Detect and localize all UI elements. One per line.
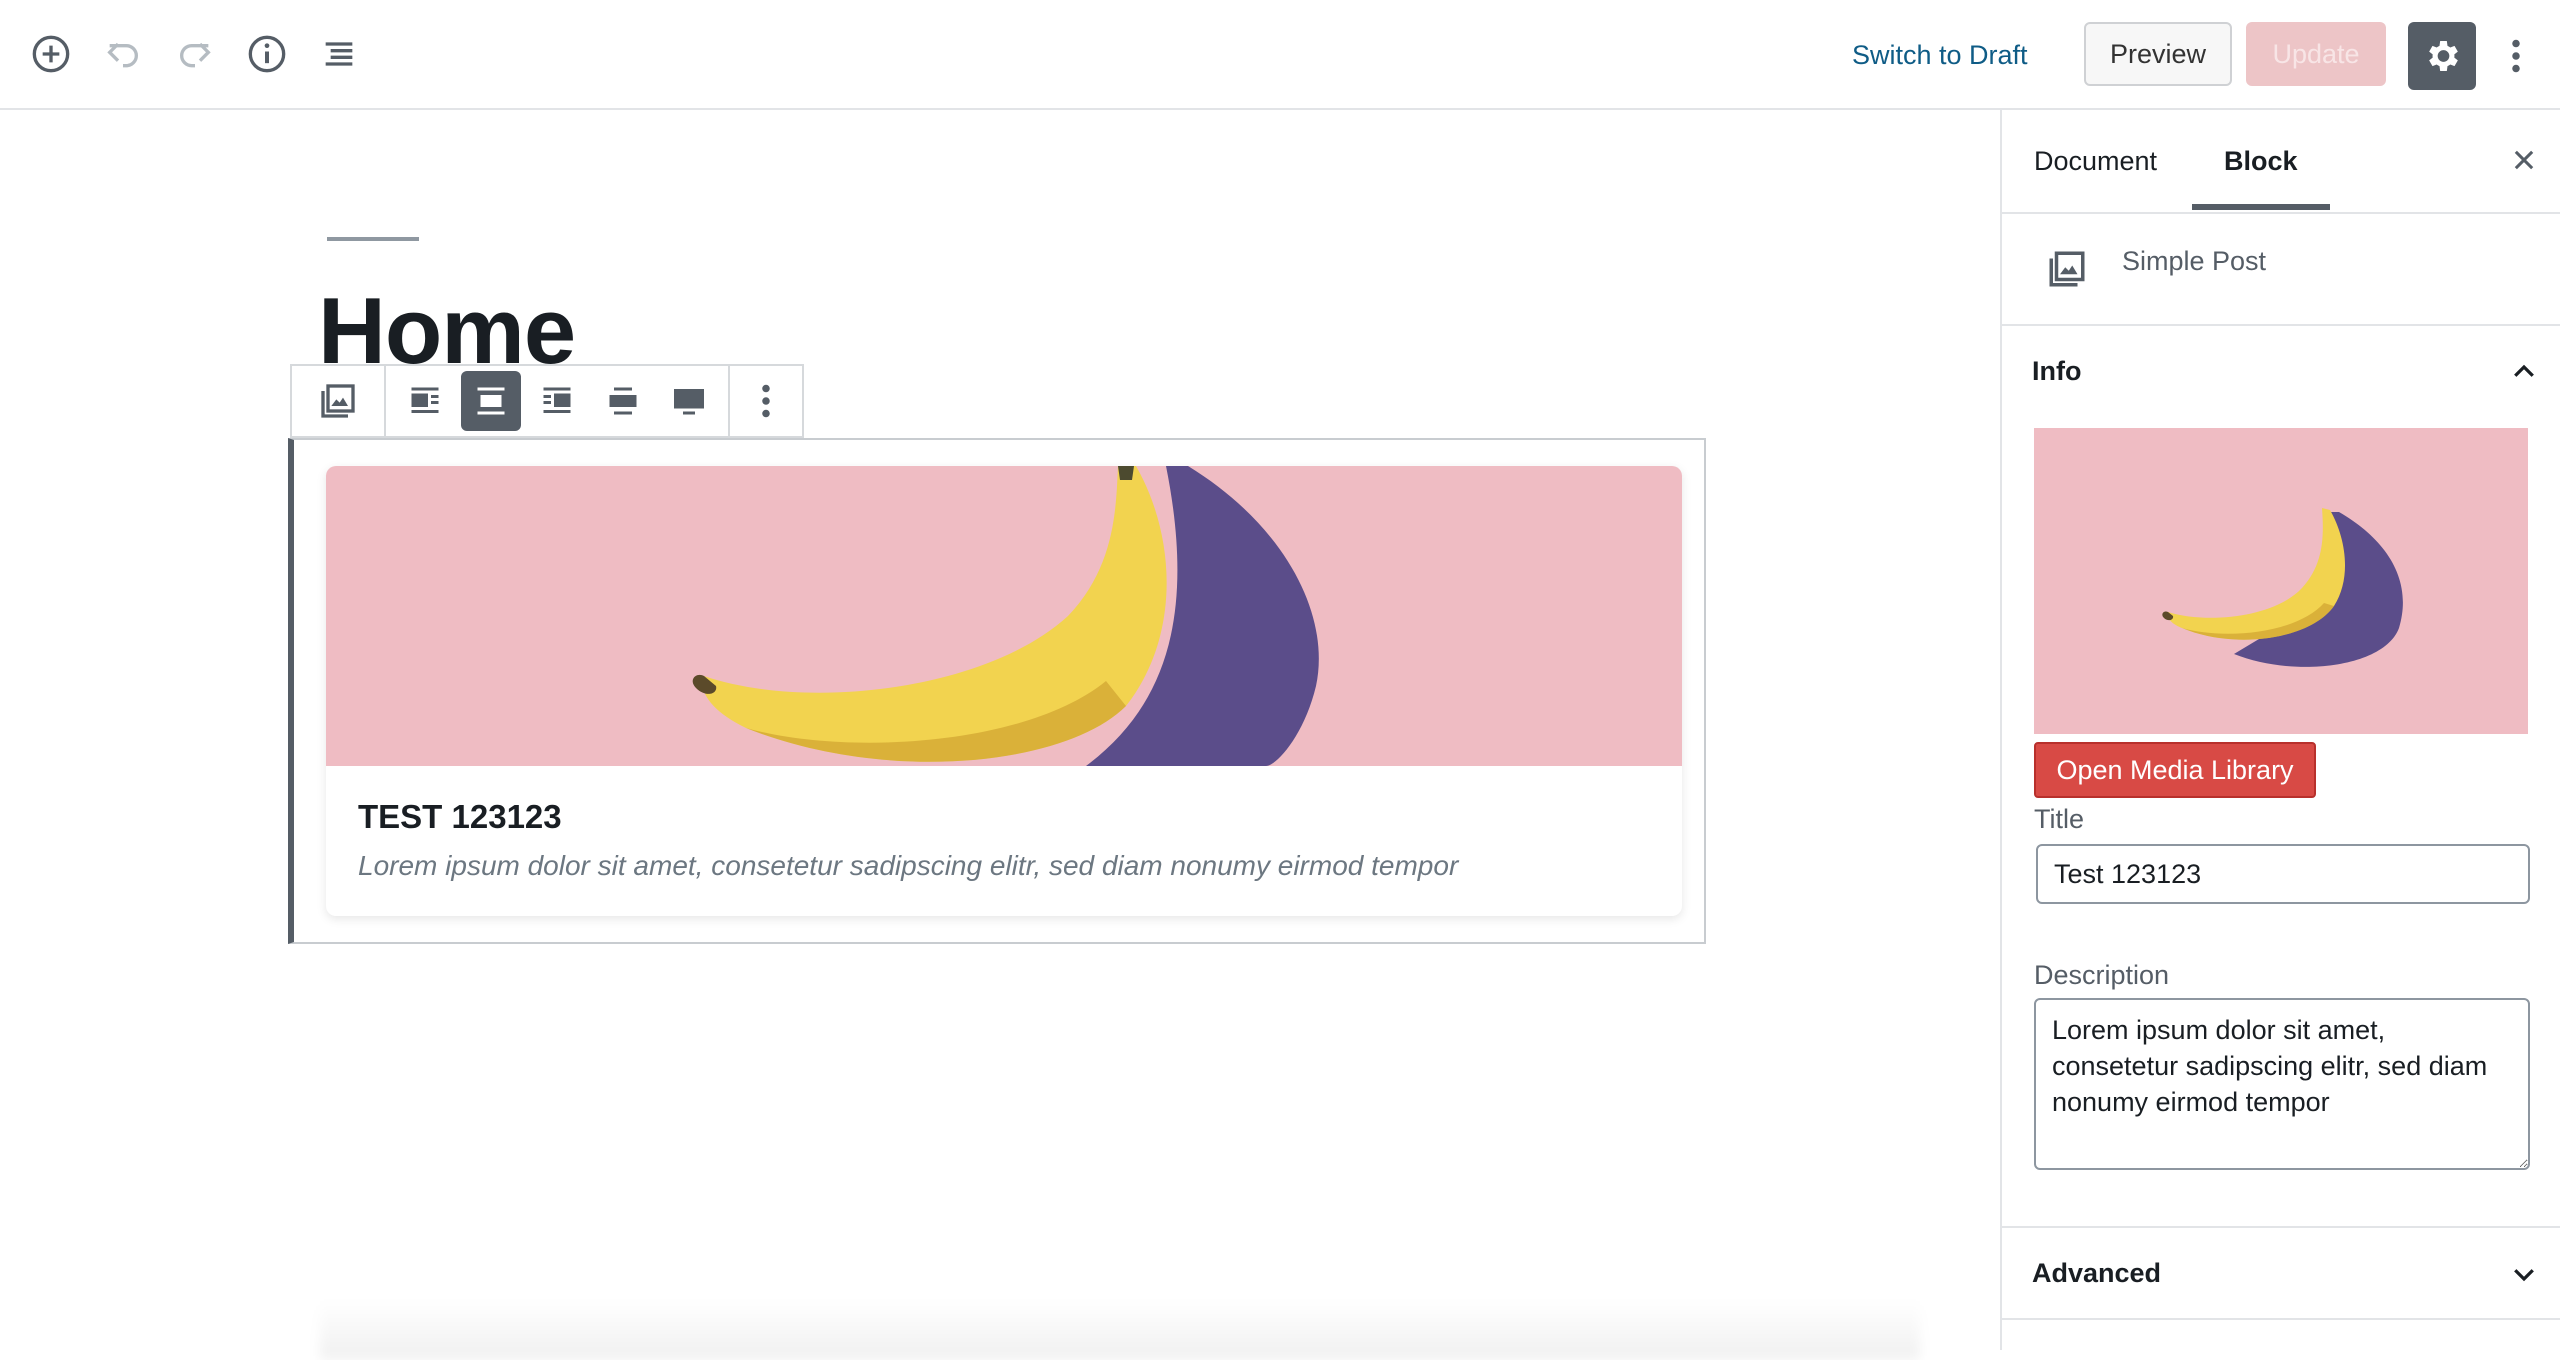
- block-type-icon: [321, 384, 355, 418]
- settings-toggle-button[interactable]: [2408, 22, 2476, 90]
- description-textarea[interactable]: Lorem ipsum dolor sit amet, consetetur s…: [2034, 998, 2530, 1170]
- block-card: Simple Post: [2002, 214, 2560, 326]
- align-right-button[interactable]: [527, 371, 587, 431]
- full-width-icon: [674, 389, 705, 415]
- align-right-icon: [543, 387, 571, 413]
- align-left-button[interactable]: [395, 371, 455, 431]
- banana-image: [692, 466, 1319, 766]
- advanced-panel-toggle[interactable]: Advanced: [2002, 1226, 2560, 1320]
- update-button[interactable]: Update: [2246, 22, 2386, 86]
- settings-sidebar: Document Block Simple Post Info Open Med…: [2000, 110, 2560, 1350]
- add-block-icon[interactable]: [28, 31, 74, 77]
- post-card-description: Lorem ipsum dolor sit amet, consetetur s…: [358, 850, 1459, 881]
- switch-to-draft-button[interactable]: Switch to Draft: [1840, 30, 2040, 80]
- align-center-button[interactable]: [461, 371, 522, 431]
- post-card[interactable]: TEST 123123 Lorem ipsum dolor sit amet, …: [326, 466, 1682, 916]
- advanced-panel-title: Advanced: [2032, 1258, 2162, 1288]
- more-menu-button[interactable]: [2494, 28, 2538, 84]
- title-separator: [327, 237, 419, 241]
- redo-icon[interactable]: [172, 31, 218, 77]
- post-card-image: [326, 466, 1682, 766]
- preview-button[interactable]: Preview: [2084, 22, 2232, 86]
- close-sidebar-button[interactable]: [2502, 138, 2546, 182]
- wide-width-icon: [609, 387, 637, 415]
- close-icon: [2514, 150, 2534, 170]
- align-left-icon: [411, 387, 439, 413]
- align-center-icon: [477, 387, 505, 415]
- wide-width-button[interactable]: [593, 371, 653, 431]
- block-switcher[interactable]: [292, 366, 387, 436]
- outline-icon[interactable]: [316, 31, 362, 77]
- tab-document[interactable]: Document: [2002, 110, 2189, 210]
- simple-post-block[interactable]: TEST 123123 Lorem ipsum dolor sit amet, …: [288, 438, 1706, 944]
- open-media-library-button[interactable]: Open Media Library: [2034, 742, 2316, 798]
- sidebar-tabs: Document Block: [2002, 110, 2560, 214]
- selected-image-preview[interactable]: [2034, 428, 2528, 734]
- chevron-down-icon: [2504, 1254, 2544, 1294]
- title-input[interactable]: [2036, 844, 2530, 904]
- more-options-icon: [762, 384, 770, 418]
- chevron-up-icon: [2504, 352, 2544, 392]
- info-panel-toggle[interactable]: Info: [2002, 326, 2560, 418]
- full-width-button[interactable]: [659, 371, 719, 431]
- editor-header: Switch to Draft Preview Update: [0, 0, 2560, 110]
- alignment-group: [386, 366, 731, 436]
- block-toolbar: [290, 364, 804, 438]
- more-options-button[interactable]: [730, 366, 802, 436]
- info-icon[interactable]: [244, 31, 290, 77]
- footer-shadow: [320, 1300, 1920, 1360]
- info-panel-title: Info: [2032, 356, 2082, 386]
- banana-image: [2162, 508, 2403, 667]
- title-label: Title: [2034, 804, 2085, 834]
- description-label: Description: [2034, 960, 2170, 990]
- gear-icon: [2429, 41, 2458, 71]
- block-name: Simple Post: [2122, 246, 2267, 276]
- undo-icon[interactable]: [100, 31, 146, 77]
- post-card-title: TEST 123123: [358, 798, 562, 835]
- tab-block[interactable]: Block: [2192, 110, 2330, 210]
- more-vertical-icon: [2512, 39, 2520, 73]
- block-type-icon: [2049, 251, 2085, 287]
